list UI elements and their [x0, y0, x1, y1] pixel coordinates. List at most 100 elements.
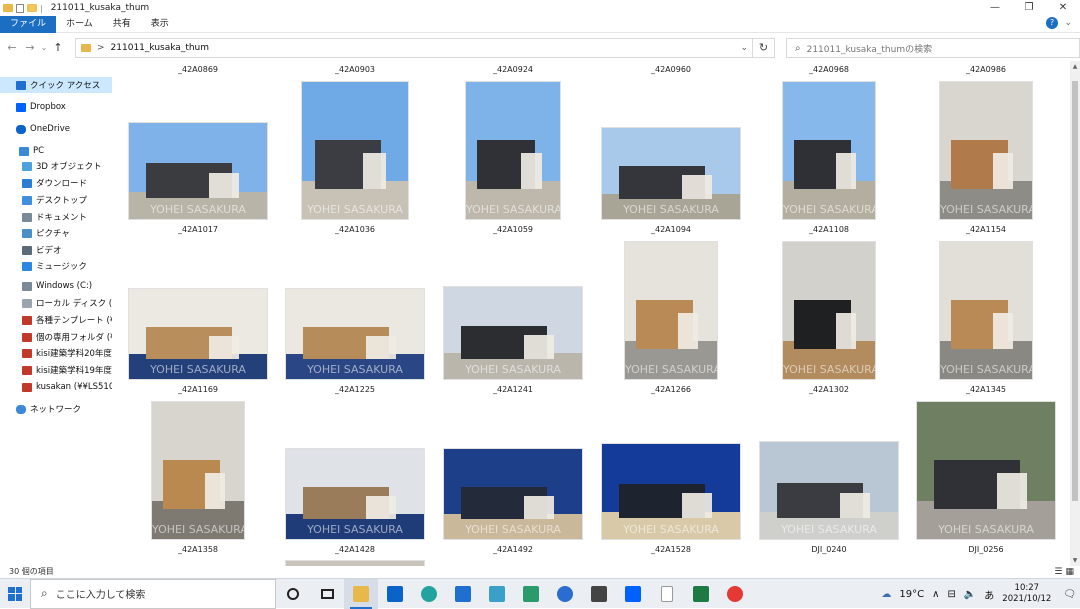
photo-thumbnail[interactable]: YOHEI SASAKURA	[129, 289, 267, 379]
file-explorer-icon[interactable]	[344, 578, 378, 609]
scroll-down-icon[interactable]: ▼	[1070, 557, 1080, 564]
task-view-icon[interactable]	[310, 579, 344, 609]
notification-icon[interactable]: 🗨	[1063, 589, 1076, 600]
network-icon[interactable]: ⊟	[947, 589, 955, 600]
clock[interactable]: 10:27 2021/10/12	[1002, 583, 1051, 605]
file-name[interactable]: _42A1302	[764, 385, 894, 394]
file-name[interactable]: _42A1266	[606, 385, 736, 394]
file-name[interactable]: DJI_0240	[764, 545, 894, 554]
ribbon-expand-icon[interactable]: ⌄	[1064, 18, 1072, 28]
file-name[interactable]: _42A0986	[921, 65, 1051, 74]
file-name[interactable]: _42A1169	[133, 385, 263, 394]
tab-share[interactable]: 共有	[103, 16, 141, 33]
file-name[interactable]: _42A1094	[606, 225, 736, 234]
weather-icon[interactable]: ☁	[881, 589, 891, 600]
tray-overflow-icon[interactable]: ∧	[932, 589, 939, 600]
sidebar-item[interactable]: ピクチャ	[0, 225, 112, 241]
sidebar-item[interactable]: クイック アクセス	[0, 77, 112, 93]
photo-thumbnail[interactable]: YOHEI SASAKURA	[917, 402, 1055, 539]
weather-temp[interactable]: 19°C	[899, 589, 924, 600]
file-name[interactable]: _42A0924	[448, 65, 578, 74]
address-dropdown-icon[interactable]: ⌄	[740, 43, 748, 53]
photo-thumbnail[interactable]: YOHEI SASAKURA	[286, 449, 424, 539]
photo-thumbnail[interactable]: YOHEI SASAKURA	[783, 82, 875, 219]
sidebar-item[interactable]: kusakan (¥¥LS510D	[0, 379, 112, 395]
sidebar-item[interactable]: kisi建築学科19年度	[0, 362, 112, 378]
scroll-up-icon[interactable]: ▲	[1070, 63, 1080, 70]
file-name[interactable]: _42A1108	[764, 225, 894, 234]
excel-icon[interactable]	[684, 579, 718, 609]
large-icons-view-icon[interactable]: ▦	[1065, 566, 1074, 578]
photo-thumbnail[interactable]: YOHEI SASAKURA	[302, 82, 408, 219]
volume-icon[interactable]: 🔈	[964, 589, 976, 600]
file-name[interactable]: _42A1241	[448, 385, 578, 394]
file-name[interactable]: _42A0903	[290, 65, 420, 74]
recent-locations-button[interactable]: ⌄	[39, 43, 49, 52]
help-icon[interactable]: ?	[1046, 17, 1058, 29]
properties-icon[interactable]	[16, 3, 24, 13]
start-button[interactable]	[0, 579, 30, 609]
up-button[interactable]: ↑	[49, 41, 67, 54]
dropbox-taskbar-icon[interactable]	[616, 579, 650, 609]
sidebar-item[interactable]: ドキュメント	[0, 209, 112, 225]
sidebar-item[interactable]: OneDrive	[0, 121, 112, 137]
breadcrumb-current[interactable]: 211011_kusaka_thum	[111, 43, 209, 53]
taskbar-search[interactable]: ⌕ ここに入力して検索	[30, 578, 276, 609]
photo-thumbnail[interactable]: YOHEI SASAKURA	[129, 123, 267, 219]
file-name[interactable]: _42A1059	[448, 225, 578, 234]
details-view-icon[interactable]: ☰	[1054, 566, 1062, 578]
forward-button[interactable]: →	[21, 41, 39, 54]
sidebar-item[interactable]: デスクトップ	[0, 192, 112, 208]
file-name[interactable]: _42A0960	[606, 65, 736, 74]
outlook-icon[interactable]	[378, 579, 412, 609]
file-name[interactable]: _42A1345	[921, 385, 1051, 394]
photo-thumbnail[interactable]: YOHEI SASAKURA	[625, 242, 717, 379]
sidebar-item[interactable]: ネットワーク	[0, 401, 112, 417]
file-name[interactable]: _42A0968	[764, 65, 894, 74]
sidebar-item[interactable]: Dropbox	[0, 99, 112, 115]
photo-thumbnail[interactable]: YOHEI SASAKURA	[602, 444, 740, 539]
file-name[interactable]: DJI_0256	[921, 545, 1051, 554]
app2-icon[interactable]	[718, 579, 752, 609]
photo-thumbnail[interactable]: YOHEI SASAKURA	[152, 402, 244, 539]
ime-indicator[interactable]: あ	[984, 587, 994, 602]
photo-thumbnail[interactable]: YOHEI SASAKURA	[286, 289, 424, 379]
calculator-icon[interactable]	[582, 579, 616, 609]
search-box[interactable]: ⌕ 211011_kusaka_thumの検索	[786, 38, 1080, 58]
tab-view[interactable]: 表示	[141, 16, 179, 33]
address-bar[interactable]: > 211011_kusaka_thum ⌄ ↻	[75, 38, 775, 58]
photo-thumbnail[interactable]: YOHEI SASAKURA	[940, 82, 1032, 219]
sidebar-item[interactable]: ビデオ	[0, 242, 112, 258]
vertical-scrollbar[interactable]: ▲ ▼	[1070, 61, 1080, 566]
refresh-button[interactable]: ↻	[752, 39, 774, 57]
sidebar-item[interactable]: kisi建築学科20年度	[0, 345, 112, 361]
scrollbar-thumb[interactable]	[1072, 81, 1078, 501]
cortana-icon[interactable]	[276, 579, 310, 609]
file-name[interactable]: _42A1428	[290, 545, 420, 554]
sidebar-item[interactable]: ダウンロード	[0, 175, 112, 191]
file-name[interactable]: _42A1225	[290, 385, 420, 394]
file-name[interactable]: _42A1154	[921, 225, 1051, 234]
search-input[interactable]: 211011_kusaka_thumの検索	[807, 42, 932, 55]
edge-icon[interactable]	[412, 579, 446, 609]
sidebar-item[interactable]: 各種テンプレート (¥¥LS	[0, 312, 112, 328]
maximize-button[interactable]: ❐	[1012, 0, 1046, 16]
maps-icon[interactable]	[514, 579, 548, 609]
tab-home[interactable]: ホーム	[56, 16, 103, 33]
file-name[interactable]: _42A0869	[133, 65, 263, 74]
app-icon[interactable]	[548, 579, 582, 609]
photo-thumbnail[interactable]: YOHEI SASAKURA	[783, 242, 875, 379]
mail-icon[interactable]	[446, 579, 480, 609]
photos-icon[interactable]	[480, 579, 514, 609]
file-name[interactable]: _42A1528	[606, 545, 736, 554]
sidebar-item[interactable]: Windows (C:)	[0, 278, 112, 294]
file-name[interactable]: _42A1017	[133, 225, 263, 234]
sidebar-item[interactable]: 3D オブジェクト	[0, 158, 112, 174]
file-name[interactable]: _42A1358	[133, 545, 263, 554]
photo-thumbnail[interactable]: YOHEI SASAKURA	[940, 242, 1032, 379]
new-folder-icon[interactable]	[27, 4, 37, 12]
path-separator[interactable]: >	[97, 43, 105, 53]
minimize-button[interactable]: —	[978, 0, 1012, 16]
file-name[interactable]: _42A1492	[448, 545, 578, 554]
close-button[interactable]: ✕	[1046, 0, 1080, 16]
